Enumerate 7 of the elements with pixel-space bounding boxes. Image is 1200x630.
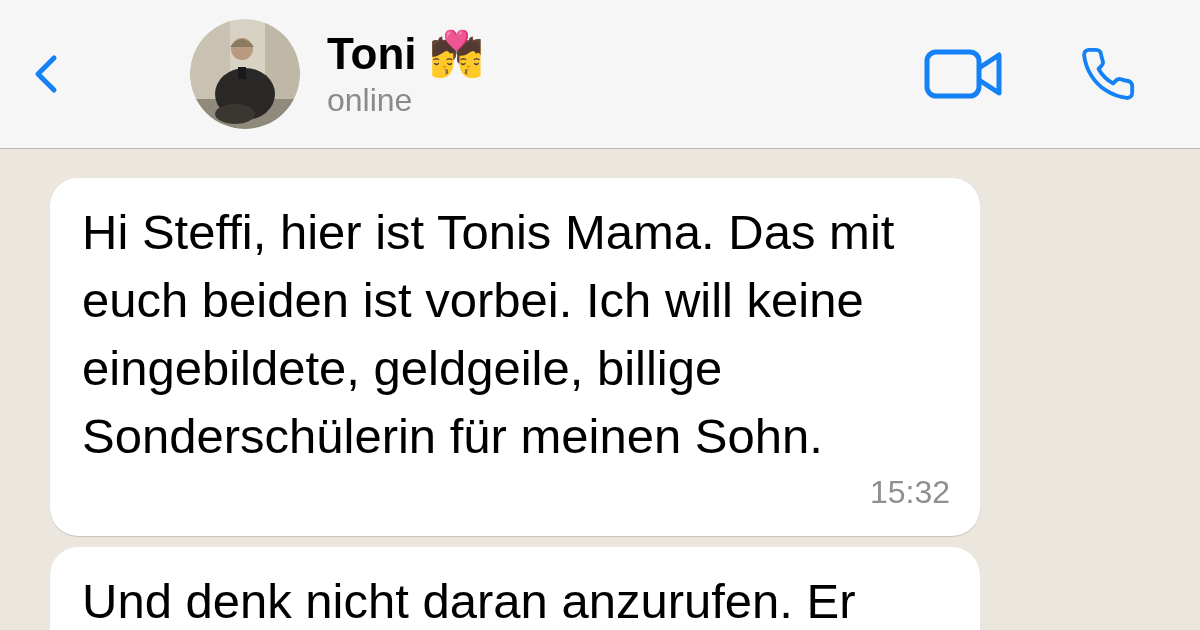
message-time: 15:32 <box>869 473 950 512</box>
message-text: Hi Steffi, hier ist Tonis Mama. Das mit euch beiden ist vorbei. Ich will keine eingebildete, geldgeile, billige Sonderschülerin für meinen Sohn. <box>82 204 896 465</box>
message-text: Und denk nicht daran anzurufen. Er <box>82 573 857 630</box>
emoji: 💏 <box>428 28 484 80</box>
contact-status: online <box>327 81 414 120</box>
video-call-icon[interactable] <box>924 49 1002 99</box>
contact-name: Toni <box>327 28 417 80</box>
